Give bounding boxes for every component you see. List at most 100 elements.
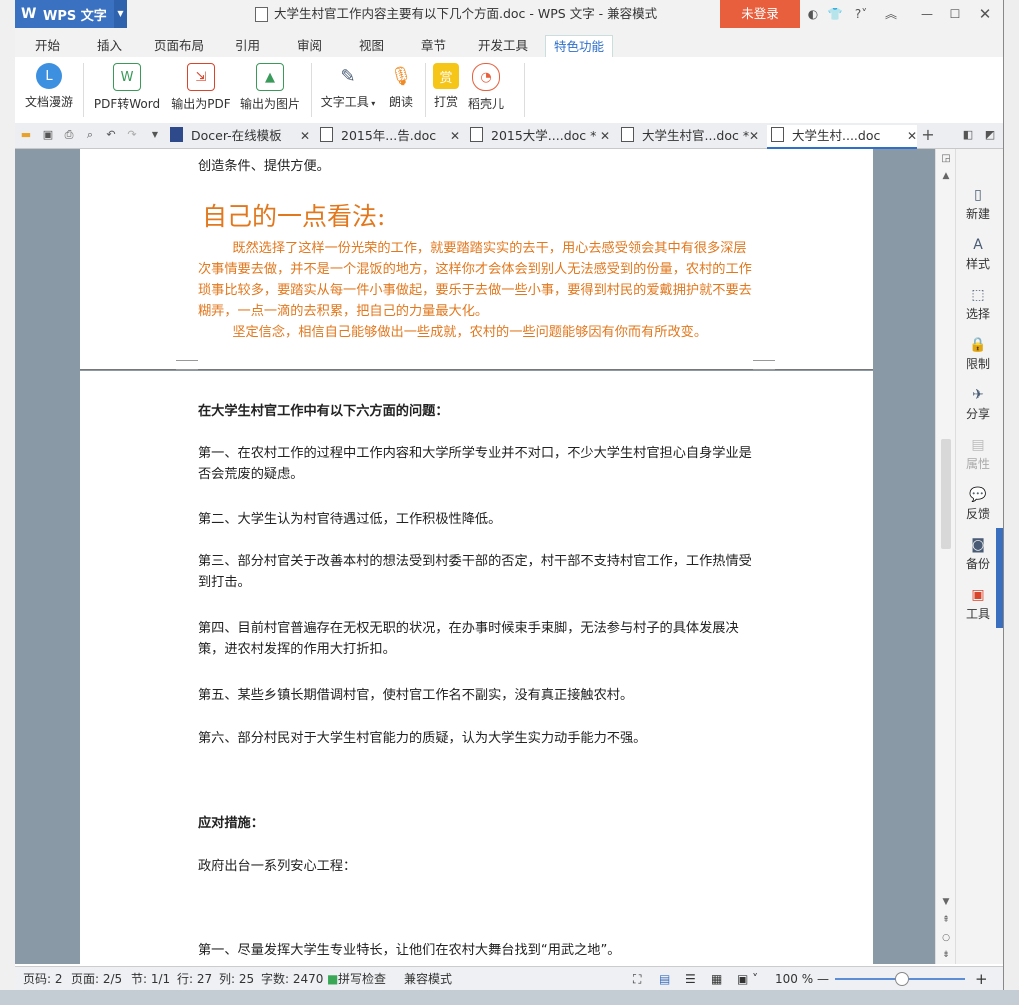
tab-review[interactable]: 审阅 [289,35,330,57]
new-tab-icon[interactable]: + [921,127,935,143]
document-icon [470,127,483,142]
scroll-down-icon[interactable]: ▼ [936,897,956,907]
side-properties-button[interactable]: ▤ 属性 [956,437,1000,472]
problem-item-6: 第六、部分村民对于大学生村官能力的质疑，认为大学生实力动手能力不强。 [198,731,647,746]
docer-icon: ◔ [472,63,500,91]
app-menu-button[interactable]: W WPS 文字 ▼ [15,0,127,28]
side-restrict-button[interactable]: 🔒 限制 [956,337,1000,372]
problem-item-5: 第五、某些乡镇长期借调村官，使村官工作名不副实，没有真正接触农村。 [198,688,634,703]
open-folder-icon[interactable]: ▬ [19,128,33,142]
docer-tab-icon [170,127,183,142]
close-icon[interactable]: ✕ [977,6,993,22]
zoom-out-icon[interactable]: — [817,971,829,987]
next-page-icon[interactable]: ⇟ [936,950,956,960]
close-tab-icon[interactable]: ✕ [600,125,610,147]
tab-special-features[interactable]: 特色功能 [545,35,614,58]
tab-list-icon[interactable]: ◧ [961,128,975,142]
problem-item-2: 第二、大学生认为村官待遇过低，工作积极性降低。 [198,512,502,527]
spellcheck-button[interactable]: 拼写检查 [338,971,386,987]
side-feedback-button[interactable]: 💬 反馈 [956,487,1000,522]
side-new-button[interactable]: ▯ 新建 [956,187,1000,222]
save-icon[interactable]: ▣ [41,128,55,142]
zoom-level[interactable]: 100 % [775,971,813,987]
window-title-text: 大学生村官工作内容主要有以下几个方面.doc - WPS 文字 - 兼容模式 [274,6,658,21]
scroll-up-icon[interactable]: ▲ [936,171,956,181]
status-word-count[interactable]: 字数: 2470 [261,971,323,987]
problem-item-4: 第四、目前村官普遍存在无权无职的状况，在办事时候束手束脚，无法参与村子的具体发展… [198,621,739,657]
tab-page-layout[interactable]: 页面布局 [146,35,212,57]
login-button[interactable]: 未登录 [720,0,800,28]
page-view-icon[interactable]: ▤ [659,971,670,987]
doc-tab-2015-report[interactable]: 2015年...告.doc ✕ [320,125,460,147]
help-button[interactable]: ?˅ [851,6,871,22]
tab-references[interactable]: 引用 [227,35,268,57]
split-view-icon[interactable]: ◲ [936,153,956,164]
tab-insert[interactable]: 插入 [89,35,130,57]
side-tools-button[interactable]: ▣ 工具 [956,587,1000,622]
doc-roaming-button[interactable]: L 文档漫游 [21,61,77,119]
document-workspace[interactable]: 创造条件、提供方便。 自己的一点看法: 既然选择了这样一份光荣的工作，就要踏踏实… [15,149,955,964]
export-pdf-button[interactable]: ⇲ 输出为PDF [169,61,233,119]
close-tab-icon[interactable]: ✕ [907,125,917,147]
close-tab-icon[interactable]: ✕ [749,125,759,147]
side-backup-button[interactable]: ◙ 备份 [956,537,1000,572]
tab-view[interactable]: 视图 [351,35,392,57]
side-share-button[interactable]: ✈ 分享 [956,387,1000,422]
side-style-button[interactable]: A 样式 [956,237,1000,272]
read-aloud-button[interactable]: 🎙 朗读 [383,61,419,119]
cloud-icon: L [36,63,62,89]
close-tab-icon[interactable]: ✕ [300,125,310,147]
reward-label: 打赏 [433,95,458,109]
background-window-left [0,0,15,1005]
wps-window: W WPS 文字 ▼ 大学生村官工作内容主要有以下几个方面.doc - WPS … [15,0,1004,990]
task-pane-collapse-tab[interactable] [996,528,1003,628]
redo-icon[interactable]: ↷ [125,128,139,142]
tab-developer[interactable]: 开发工具 [470,35,536,57]
tab-home[interactable]: 开始 [27,35,68,57]
zoom-in-icon[interactable]: + [975,971,988,987]
select-browse-object-icon[interactable]: ○ [936,933,956,943]
zoom-slider-knob[interactable] [895,972,909,986]
status-row: 行: 27 [177,972,213,986]
print-icon[interactable]: ⎙ [62,128,76,142]
doc-tab-2015-college[interactable]: 2015大学....doc * ✕ [470,125,610,147]
doc-tab-label: 2015年...告.doc [341,128,437,143]
doc-tab-docer[interactable]: Docer-在线模板 ✕ [170,125,310,147]
vertical-scrollbar[interactable]: ◲ ▲ ▼ ⇞ ○ ⇟ [935,149,956,964]
chevron-down-icon[interactable]: ▼ [114,0,127,28]
fullscreen-icon[interactable]: ⛶ [633,971,641,987]
outline-view-icon[interactable]: ☰ [685,971,696,987]
docer-button[interactable]: ◔ 稻壳儿 [465,61,507,119]
reading-mode-icon[interactable]: ▣ ˅ [737,971,758,987]
reward-icon: 赏 [433,63,459,89]
web-view-icon[interactable]: ▦ [711,971,722,987]
scrollbar-thumb[interactable] [941,439,951,549]
collapse-ribbon-icon[interactable]: ︽ [883,6,899,22]
minimize-icon[interactable]: — [919,6,935,22]
undo-icon[interactable]: ↶ [104,128,118,142]
measures-heading: 应对措施： [198,816,264,831]
doc-tab-village-official-1[interactable]: 大学生村官...doc * ✕ [621,125,759,147]
tab-options-icon[interactable]: ◩ [983,128,997,142]
close-tab-icon[interactable]: ✕ [450,125,460,147]
skin-icon[interactable]: ◐ [805,6,821,22]
export-image-icon: ▲ [256,63,284,91]
pdf-to-word-icon: W [113,63,141,91]
previous-page-icon[interactable]: ⇞ [936,915,956,925]
doc-tab-village-official-active[interactable]: 大学生村....doc ✕ [767,125,917,149]
tab-chapter[interactable]: 章节 [413,35,454,57]
maximize-icon[interactable]: ☐ [947,6,963,22]
toolbox-icon: ▣ [971,587,985,603]
pdf-to-word-button[interactable]: W PDF转Word [91,61,163,119]
opinion-paragraph-1: 既然选择了这样一份光荣的工作，就要踏踏实实的去干，用心去感受领会其中有很多深层次… [198,241,752,319]
export-image-button[interactable]: ▲ 输出为图片 [237,61,303,119]
side-select-button[interactable]: ⬚ 选择 [956,287,1000,322]
print-preview-icon[interactable]: ⌕ [83,128,97,142]
shirt-icon[interactable]: 👕 [827,6,843,22]
text-tools-button[interactable]: ✎ 文字工具 ▾ [317,61,379,119]
quick-access-dropdown-icon[interactable]: ▼ [148,128,162,142]
properties-icon: ▤ [971,437,985,453]
page-corner-mark [753,360,775,370]
side-restrict-label: 限制 [965,357,990,371]
reward-button[interactable]: 赏 打赏 [429,61,463,119]
